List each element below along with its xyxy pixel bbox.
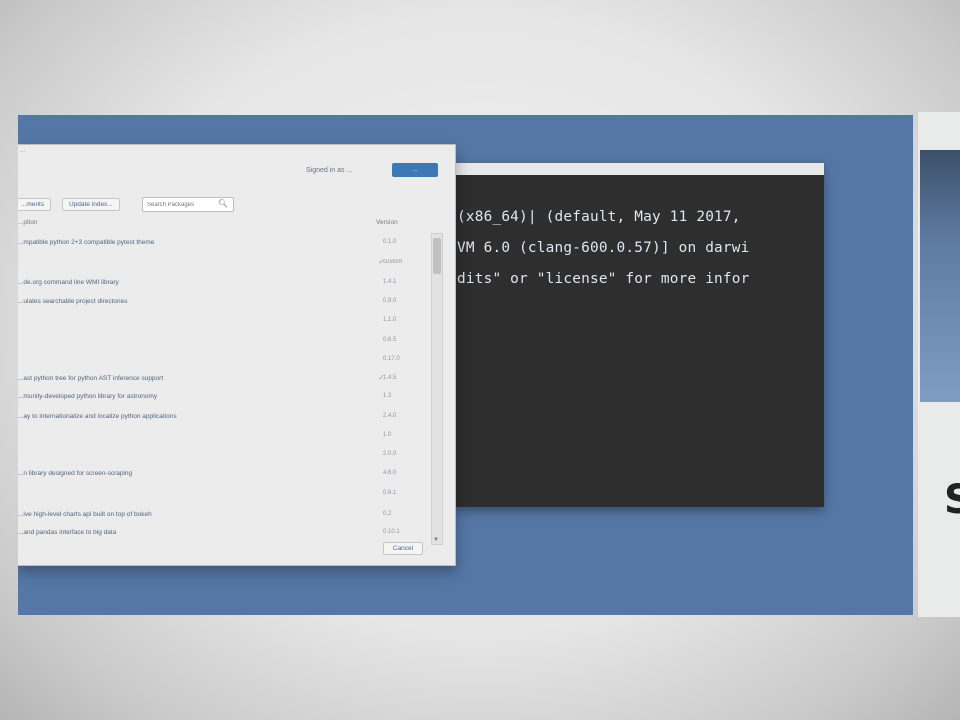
package-description: ...munity-developed python library for a…: [18, 393, 158, 400]
search-box[interactable]: 🔍︎: [142, 197, 234, 212]
package-version: 0.6.1: [383, 490, 397, 496]
package-version: 0.8.0: [383, 298, 397, 304]
package-description: ...de.org command line WMI library: [18, 279, 119, 286]
scroll-down-arrow-icon[interactable]: ▼: [433, 537, 439, 543]
package-version: 0.6.5: [383, 337, 397, 343]
package-version: 2.0.0: [383, 451, 397, 457]
cancel-button[interactable]: Cancel: [383, 542, 423, 555]
package-version: 2.4.0: [383, 413, 397, 419]
table-row[interactable]: ✓ ...ast python tree for python AST infer…: [18, 373, 436, 385]
package-description: ...and pandas interface to big data: [18, 529, 117, 536]
dialog-title: ...: [20, 148, 26, 154]
table-row[interactable]: ✓ custom: [18, 257, 436, 269]
table-row[interactable]: ...de.org command line WMI library 1.4.1: [18, 279, 436, 289]
table-row[interactable]: 0.6.5: [18, 337, 436, 347]
package-version: 1.0: [383, 432, 392, 438]
sign-in-button[interactable]: ...: [392, 163, 438, 177]
terminal-line: (x86_64)| (default, May 11 2017,: [457, 209, 741, 225]
side-panel: S: [918, 112, 960, 617]
package-description: ...ay to internationalize and localize p…: [18, 413, 177, 420]
package-description: ...mpatible python 2+3 compatible pytest…: [18, 239, 155, 246]
package-version: custom: [383, 259, 403, 265]
package-version: 1.1.0: [383, 317, 397, 323]
side-glyph: S: [944, 477, 960, 523]
update-index-button[interactable]: Update index...: [62, 198, 120, 211]
package-description: ...ast python tree for python AST infere…: [18, 375, 164, 382]
terminal-line: VM 6.0 (clang-600.0.57)] on darwi: [457, 240, 750, 256]
table-row[interactable]: 0.17.0: [18, 356, 436, 366]
search-icon[interactable]: 🔍︎: [218, 199, 228, 208]
scrollbar[interactable]: ▼: [431, 233, 443, 545]
package-version: 1.3: [383, 393, 392, 399]
table-row[interactable]: ...munity-developed python library for a…: [18, 393, 436, 403]
package-version: 0.2: [383, 511, 392, 517]
projected-screen: (x86_64)| (default, May 11 2017, VM 6.0 …: [18, 115, 913, 615]
table-row[interactable]: ...n library designed for screen-scrapin…: [18, 470, 436, 480]
table-row[interactable]: ...mpatible python 2+3 compatible pytest…: [18, 239, 436, 249]
table-row[interactable]: ...ay to internationalize and localize p…: [18, 413, 436, 423]
package-version: 1.4.1: [383, 279, 397, 285]
package-manager-dialog: ... Signed in as ... ... ...ments Update…: [18, 144, 456, 566]
table-row[interactable]: ...ive high-level charts api built on to…: [18, 511, 436, 521]
package-description: ...ive high-level charts api built on to…: [18, 511, 152, 518]
scrollbar-thumb[interactable]: [433, 238, 441, 274]
terminal-line: dits" or "license" for more infor: [457, 271, 750, 287]
side-thumbnail: [920, 150, 960, 402]
package-version: 4.6.0: [383, 470, 397, 476]
table-row[interactable]: 0.6.1: [18, 490, 436, 500]
package-version: 0.17.0: [383, 356, 400, 362]
column-header-version[interactable]: Version: [376, 219, 398, 226]
table-row[interactable]: 2.0.0: [18, 451, 436, 461]
environments-button[interactable]: ...ments: [18, 198, 52, 211]
table-row[interactable]: 1.1.0: [18, 317, 436, 327]
table-row[interactable]: 1.0: [18, 432, 436, 442]
signed-in-status: Signed in as ...: [306, 167, 353, 174]
terminal-window[interactable]: (x86_64)| (default, May 11 2017, VM 6.0 …: [453, 163, 824, 507]
column-header-description[interactable]: ...ption: [18, 219, 38, 226]
search-input[interactable]: [143, 198, 219, 211]
table-row[interactable]: ...and pandas interface to big data 0.10.…: [18, 529, 436, 539]
package-description: ...n library designed for screen-scrapin…: [18, 470, 133, 477]
package-description: ...ulates searchable project directories: [18, 298, 128, 305]
package-version: 0.1.0: [383, 239, 397, 245]
package-version: 1.4.5: [383, 375, 397, 381]
table-row[interactable]: ...ulates searchable project directories…: [18, 298, 436, 308]
package-version: 0.10.1: [383, 529, 400, 535]
